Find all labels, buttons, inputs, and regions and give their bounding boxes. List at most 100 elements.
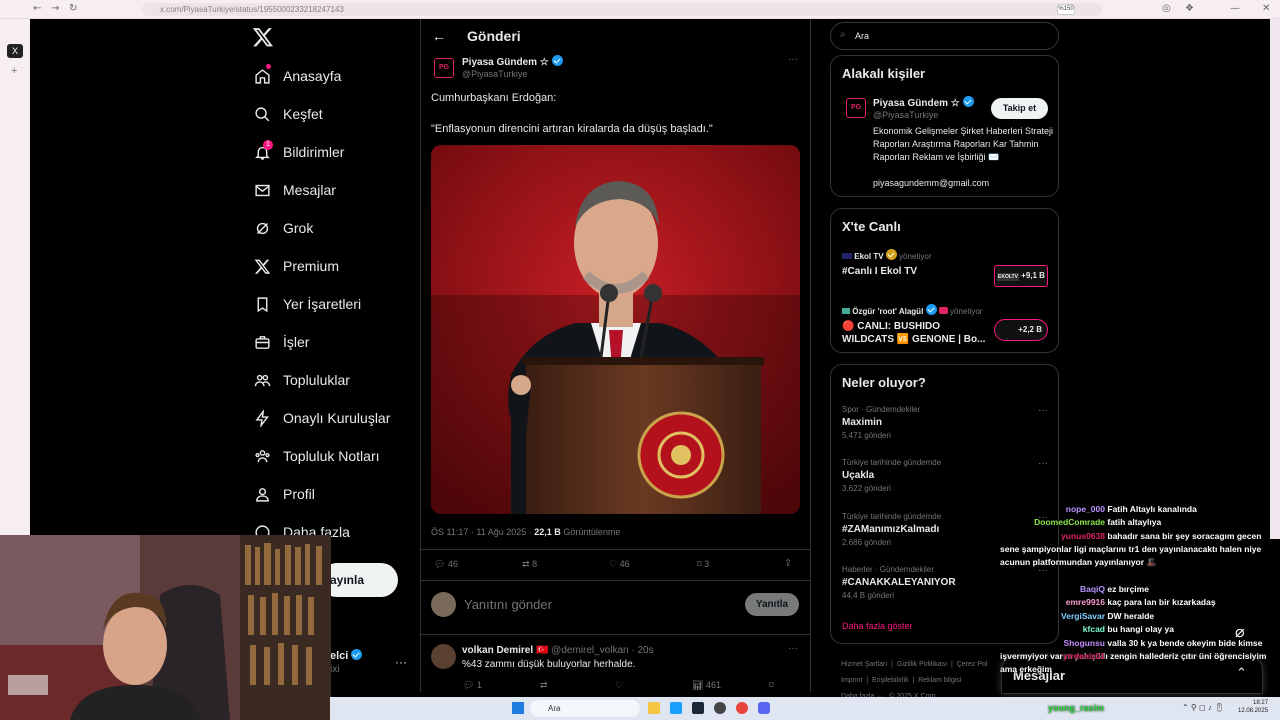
like-count[interactable]: ♡ 46 [609, 559, 630, 570]
related-handle[interactable]: @PiyasaTurkiye [873, 110, 938, 120]
avatar[interactable] [431, 644, 456, 669]
clock[interactable]: 18:27 12.08.2025 [1238, 699, 1268, 715]
add-tab-button[interactable]: + [11, 65, 17, 77]
reload-button[interactable]: ↻ [69, 3, 77, 14]
nav-premium[interactable]: Premium [254, 253, 339, 279]
windows-start-icon[interactable] [512, 702, 524, 714]
bookmark-icon[interactable]: ⌑ [769, 680, 774, 691]
post-handle[interactable]: @PiyasaTurkiye [462, 69, 527, 79]
repost-icon[interactable]: ⇄ [540, 680, 548, 691]
steam-icon[interactable] [692, 702, 704, 714]
tray-icons[interactable]: ⌃ ⚲ ◻ ♪ 🔋︎ [1182, 703, 1224, 712]
bookmark-icon [257, 296, 268, 312]
related-name[interactable]: Piyasa Gündem ☆ [873, 96, 974, 109]
nav-grok[interactable]: Grok [254, 215, 313, 241]
profile-icon[interactable]: ◎ [1162, 3, 1171, 14]
search-icon [255, 106, 270, 121]
trend-context: Türkiye tarihinde gündemde [842, 458, 942, 467]
folder-icon[interactable] [648, 702, 660, 714]
live-title[interactable]: 🔴 CANLI: BUSHIDO WILDCATS 🆚 GENONE | Bo.… [842, 320, 992, 346]
post-more-button[interactable]: ··· [788, 54, 798, 65]
live-count-badge[interactable]: +2,2 B [994, 319, 1048, 341]
footer-link[interactable]: Erişilebilirlik [872, 677, 909, 684]
reply-button[interactable]: Yanıtla [745, 593, 799, 616]
nav-profile[interactable]: Profil [254, 481, 315, 507]
post-image[interactable] [431, 145, 800, 514]
footer-link[interactable]: Gizlilik Politikası [897, 661, 947, 668]
x-tab-icon[interactable]: X [7, 44, 23, 58]
home-dot [266, 64, 271, 69]
trend-item[interactable]: Spor · Gündemdekiler Maximin 5.471 gönde… [842, 405, 1052, 440]
store-icon[interactable] [670, 702, 682, 714]
comment-more-button[interactable]: ··· [788, 643, 798, 654]
address-bar[interactable]: x.com/PiyasaTurkiye/status/1955000233218… [142, 3, 1102, 16]
footer-link[interactable]: Reklam bilgisi [918, 677, 961, 684]
comment-views[interactable]: 📊︎ 461 [692, 680, 721, 691]
nav-label: Mesajlar [283, 182, 336, 198]
chat-message: nope_000 Fatih Altaylı kanalında [1000, 504, 1197, 514]
x-logo-icon[interactable] [252, 26, 274, 48]
nav-community-notes[interactable]: Topluluk Notları [254, 443, 380, 469]
reply-input[interactable]: Yanıtını gönder [464, 597, 552, 612]
trend-more-button[interactable]: ··· [1038, 405, 1048, 416]
post-button[interactable]: ayınla [320, 563, 398, 597]
divider [420, 580, 811, 581]
follow-button[interactable]: Takip et [991, 98, 1048, 119]
verified-badge-icon [551, 55, 563, 66]
live-host[interactable]: Ekol TV yönetiyor [842, 249, 932, 261]
back-button[interactable]: ← [33, 3, 41, 14]
trend-count: 5.471 gönderi [842, 431, 891, 440]
search-input[interactable]: Ara [830, 22, 1059, 50]
browser-icon[interactable] [736, 702, 748, 714]
post-text-line2: "Enflasyonun direncini artıran kiralarda… [431, 123, 713, 135]
lightning-icon [255, 409, 269, 427]
nav-label: Grok [283, 220, 314, 236]
obs-icon[interactable] [714, 702, 726, 714]
account-name[interactable]: elci [330, 649, 363, 662]
footer-link[interactable]: Hizmet Şartları [841, 661, 887, 668]
share-icon[interactable]: ⇪ [784, 558, 792, 569]
avatar[interactable]: PG [846, 98, 866, 118]
trend-item[interactable]: Türkiye tarihinde gündemde Uçakla 3.622 … [842, 458, 1052, 493]
close-window-button[interactable]: ✕ [1262, 3, 1270, 14]
live-count-badge[interactable]: EKOLTV +9,1 B [994, 265, 1048, 287]
discord-icon[interactable] [758, 702, 770, 714]
live-title[interactable]: #Canlı I Ekol TV [842, 266, 917, 277]
trend-more-button[interactable]: ··· [1038, 458, 1048, 469]
chat-message: kfcad bu hangi olay ya [1000, 624, 1174, 634]
show-more-link[interactable]: Daha fazla göster [842, 621, 913, 631]
zoom-badge[interactable]: %150 [1057, 4, 1075, 15]
avatar[interactable]: PG [434, 58, 454, 78]
post-author[interactable]: Piyasa Gündem ☆ [462, 55, 563, 68]
live-host[interactable]: Özgür 'root' Alagül yönetiyor [842, 304, 982, 316]
comment-reply-count[interactable]: 💬︎ 1 [463, 680, 482, 691]
taskbar-search[interactable]: Ara [530, 700, 640, 717]
heart-icon: ♡ [609, 559, 618, 569]
heart-icon[interactable]: ♡ [615, 680, 623, 691]
minimize-button[interactable]: — [1230, 3, 1240, 14]
forward-button[interactable]: → [51, 3, 59, 14]
nav-jobs[interactable]: İşler [254, 329, 309, 355]
trend-item[interactable]: Haberler · Gündemdekiler #CANAKKALEYANIY… [842, 565, 1052, 600]
comment-header[interactable]: volkan Demirel 🇹🇷 @demirel_volkan · 20s [462, 645, 654, 656]
nav-verified-orgs[interactable]: Onaylı Kuruluşlar [254, 405, 390, 431]
back-arrow-icon[interactable]: ← [432, 28, 446, 44]
trend-name: Uçakla [842, 470, 875, 481]
reply-icon: 💬︎ [434, 559, 446, 569]
footer-link[interactable]: Çerez Pol [957, 661, 988, 668]
nav-communities[interactable]: Topluluklar [254, 367, 350, 393]
bookmark-count[interactable]: ⌑ 3 [697, 559, 709, 570]
reply-count[interactable]: 💬︎ 46 [434, 559, 458, 570]
nav-messages[interactable]: Mesajlar [254, 177, 336, 203]
extension-icon[interactable]: ❖ [1185, 3, 1194, 14]
repost-count[interactable]: ⇄ 8 [522, 559, 537, 570]
nav-explore[interactable]: Keşfet [254, 101, 323, 127]
account-more-button[interactable]: ··· [395, 655, 407, 669]
search-icon: ⌕ [840, 29, 846, 40]
related-email[interactable]: piyasagundemm@gmail.com [873, 178, 989, 188]
card-title: Neler oluyor? [842, 375, 926, 390]
nav-bookmarks[interactable]: Yer İşaretleri [254, 291, 361, 317]
nav-label: Premium [283, 258, 340, 274]
views-label: Görüntülenme [563, 527, 621, 537]
footer-link[interactable]: Imprint [841, 677, 862, 684]
